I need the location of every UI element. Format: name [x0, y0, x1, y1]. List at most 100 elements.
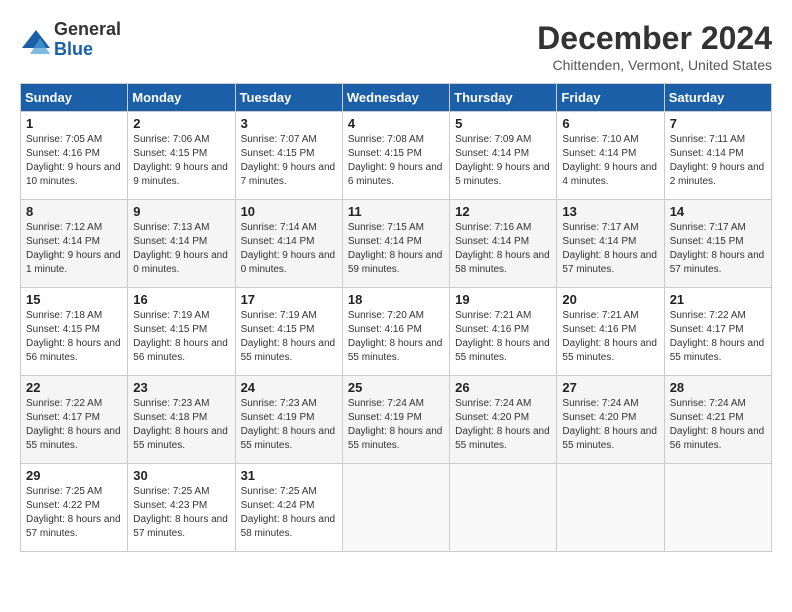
day-number: 10	[241, 204, 337, 219]
day-info: Sunrise: 7:11 AM Sunset: 4:14 PM Dayligh…	[670, 133, 766, 189]
day-number: 11	[348, 204, 444, 219]
day-number: 1	[26, 116, 122, 131]
day-info: Sunrise: 7:16 AM Sunset: 4:14 PM Dayligh…	[455, 221, 551, 277]
logo-icon	[20, 28, 50, 52]
day-info: Sunrise: 7:21 AM Sunset: 4:16 PM Dayligh…	[455, 309, 551, 365]
day-info: Sunrise: 7:22 AM Sunset: 4:17 PM Dayligh…	[670, 309, 766, 365]
day-cell-19: 19 Sunrise: 7:21 AM Sunset: 4:16 PM Dayl…	[450, 288, 557, 376]
header-saturday: Saturday	[664, 84, 771, 112]
day-cell-24: 24 Sunrise: 7:23 AM Sunset: 4:19 PM Dayl…	[235, 376, 342, 464]
header-thursday: Thursday	[450, 84, 557, 112]
day-number: 23	[133, 380, 229, 395]
week-row-4: 22 Sunrise: 7:22 AM Sunset: 4:17 PM Dayl…	[21, 376, 772, 464]
day-info: Sunrise: 7:10 AM Sunset: 4:14 PM Dayligh…	[562, 133, 658, 189]
day-info: Sunrise: 7:25 AM Sunset: 4:23 PM Dayligh…	[133, 485, 229, 541]
day-info: Sunrise: 7:07 AM Sunset: 4:15 PM Dayligh…	[241, 133, 337, 189]
day-info: Sunrise: 7:17 AM Sunset: 4:14 PM Dayligh…	[562, 221, 658, 277]
header-sunday: Sunday	[21, 84, 128, 112]
day-number: 3	[241, 116, 337, 131]
day-cell-16: 16 Sunrise: 7:19 AM Sunset: 4:15 PM Dayl…	[128, 288, 235, 376]
day-cell-29: 29 Sunrise: 7:25 AM Sunset: 4:22 PM Dayl…	[21, 464, 128, 552]
day-number: 2	[133, 116, 229, 131]
day-number: 26	[455, 380, 551, 395]
day-info: Sunrise: 7:15 AM Sunset: 4:14 PM Dayligh…	[348, 221, 444, 277]
empty-cell	[450, 464, 557, 552]
week-row-5: 29 Sunrise: 7:25 AM Sunset: 4:22 PM Dayl…	[21, 464, 772, 552]
logo: General Blue	[20, 20, 121, 60]
day-number: 29	[26, 468, 122, 483]
day-info: Sunrise: 7:25 AM Sunset: 4:22 PM Dayligh…	[26, 485, 122, 541]
header-wednesday: Wednesday	[342, 84, 449, 112]
day-cell-23: 23 Sunrise: 7:23 AM Sunset: 4:18 PM Dayl…	[128, 376, 235, 464]
day-info: Sunrise: 7:18 AM Sunset: 4:15 PM Dayligh…	[26, 309, 122, 365]
logo-text: General Blue	[54, 20, 121, 60]
day-info: Sunrise: 7:25 AM Sunset: 4:24 PM Dayligh…	[241, 485, 337, 541]
day-number: 8	[26, 204, 122, 219]
day-cell-4: 4 Sunrise: 7:08 AM Sunset: 4:15 PM Dayli…	[342, 112, 449, 200]
day-number: 19	[455, 292, 551, 307]
day-cell-13: 13 Sunrise: 7:17 AM Sunset: 4:14 PM Dayl…	[557, 200, 664, 288]
day-number: 21	[670, 292, 766, 307]
day-number: 27	[562, 380, 658, 395]
day-cell-10: 10 Sunrise: 7:14 AM Sunset: 4:14 PM Dayl…	[235, 200, 342, 288]
day-cell-22: 22 Sunrise: 7:22 AM Sunset: 4:17 PM Dayl…	[21, 376, 128, 464]
week-row-1: 1 Sunrise: 7:05 AM Sunset: 4:16 PM Dayli…	[21, 112, 772, 200]
day-info: Sunrise: 7:12 AM Sunset: 4:14 PM Dayligh…	[26, 221, 122, 277]
day-cell-28: 28 Sunrise: 7:24 AM Sunset: 4:21 PM Dayl…	[664, 376, 771, 464]
day-info: Sunrise: 7:06 AM Sunset: 4:15 PM Dayligh…	[133, 133, 229, 189]
day-info: Sunrise: 7:23 AM Sunset: 4:18 PM Dayligh…	[133, 397, 229, 453]
weekday-header-row: Sunday Monday Tuesday Wednesday Thursday…	[21, 84, 772, 112]
day-info: Sunrise: 7:22 AM Sunset: 4:17 PM Dayligh…	[26, 397, 122, 453]
day-cell-12: 12 Sunrise: 7:16 AM Sunset: 4:14 PM Dayl…	[450, 200, 557, 288]
day-number: 14	[670, 204, 766, 219]
day-number: 6	[562, 116, 658, 131]
day-cell-15: 15 Sunrise: 7:18 AM Sunset: 4:15 PM Dayl…	[21, 288, 128, 376]
day-info: Sunrise: 7:08 AM Sunset: 4:15 PM Dayligh…	[348, 133, 444, 189]
day-info: Sunrise: 7:17 AM Sunset: 4:15 PM Dayligh…	[670, 221, 766, 277]
day-cell-14: 14 Sunrise: 7:17 AM Sunset: 4:15 PM Dayl…	[664, 200, 771, 288]
day-number: 18	[348, 292, 444, 307]
empty-cell	[342, 464, 449, 552]
day-number: 31	[241, 468, 337, 483]
day-info: Sunrise: 7:20 AM Sunset: 4:16 PM Dayligh…	[348, 309, 444, 365]
calendar-table: Sunday Monday Tuesday Wednesday Thursday…	[20, 83, 772, 552]
day-cell-8: 8 Sunrise: 7:12 AM Sunset: 4:14 PM Dayli…	[21, 200, 128, 288]
day-cell-30: 30 Sunrise: 7:25 AM Sunset: 4:23 PM Dayl…	[128, 464, 235, 552]
day-number: 15	[26, 292, 122, 307]
day-number: 17	[241, 292, 337, 307]
month-title: December 2024	[537, 20, 772, 57]
day-cell-17: 17 Sunrise: 7:19 AM Sunset: 4:15 PM Dayl…	[235, 288, 342, 376]
day-cell-5: 5 Sunrise: 7:09 AM Sunset: 4:14 PM Dayli…	[450, 112, 557, 200]
title-block: December 2024 Chittenden, Vermont, Unite…	[537, 20, 772, 73]
day-cell-31: 31 Sunrise: 7:25 AM Sunset: 4:24 PM Dayl…	[235, 464, 342, 552]
day-number: 30	[133, 468, 229, 483]
day-info: Sunrise: 7:13 AM Sunset: 4:14 PM Dayligh…	[133, 221, 229, 277]
day-cell-7: 7 Sunrise: 7:11 AM Sunset: 4:14 PM Dayli…	[664, 112, 771, 200]
day-info: Sunrise: 7:24 AM Sunset: 4:20 PM Dayligh…	[455, 397, 551, 453]
day-number: 12	[455, 204, 551, 219]
empty-cell	[664, 464, 771, 552]
day-number: 4	[348, 116, 444, 131]
day-info: Sunrise: 7:19 AM Sunset: 4:15 PM Dayligh…	[133, 309, 229, 365]
day-cell-3: 3 Sunrise: 7:07 AM Sunset: 4:15 PM Dayli…	[235, 112, 342, 200]
day-cell-21: 21 Sunrise: 7:22 AM Sunset: 4:17 PM Dayl…	[664, 288, 771, 376]
day-cell-26: 26 Sunrise: 7:24 AM Sunset: 4:20 PM Dayl…	[450, 376, 557, 464]
day-cell-1: 1 Sunrise: 7:05 AM Sunset: 4:16 PM Dayli…	[21, 112, 128, 200]
day-info: Sunrise: 7:24 AM Sunset: 4:19 PM Dayligh…	[348, 397, 444, 453]
empty-cell	[557, 464, 664, 552]
day-cell-27: 27 Sunrise: 7:24 AM Sunset: 4:20 PM Dayl…	[557, 376, 664, 464]
day-number: 22	[26, 380, 122, 395]
location: Chittenden, Vermont, United States	[537, 57, 772, 73]
header-tuesday: Tuesday	[235, 84, 342, 112]
day-info: Sunrise: 7:23 AM Sunset: 4:19 PM Dayligh…	[241, 397, 337, 453]
day-number: 9	[133, 204, 229, 219]
day-cell-11: 11 Sunrise: 7:15 AM Sunset: 4:14 PM Dayl…	[342, 200, 449, 288]
week-row-2: 8 Sunrise: 7:12 AM Sunset: 4:14 PM Dayli…	[21, 200, 772, 288]
day-number: 28	[670, 380, 766, 395]
day-cell-2: 2 Sunrise: 7:06 AM Sunset: 4:15 PM Dayli…	[128, 112, 235, 200]
header-monday: Monday	[128, 84, 235, 112]
header-friday: Friday	[557, 84, 664, 112]
day-info: Sunrise: 7:05 AM Sunset: 4:16 PM Dayligh…	[26, 133, 122, 189]
day-number: 16	[133, 292, 229, 307]
day-info: Sunrise: 7:09 AM Sunset: 4:14 PM Dayligh…	[455, 133, 551, 189]
